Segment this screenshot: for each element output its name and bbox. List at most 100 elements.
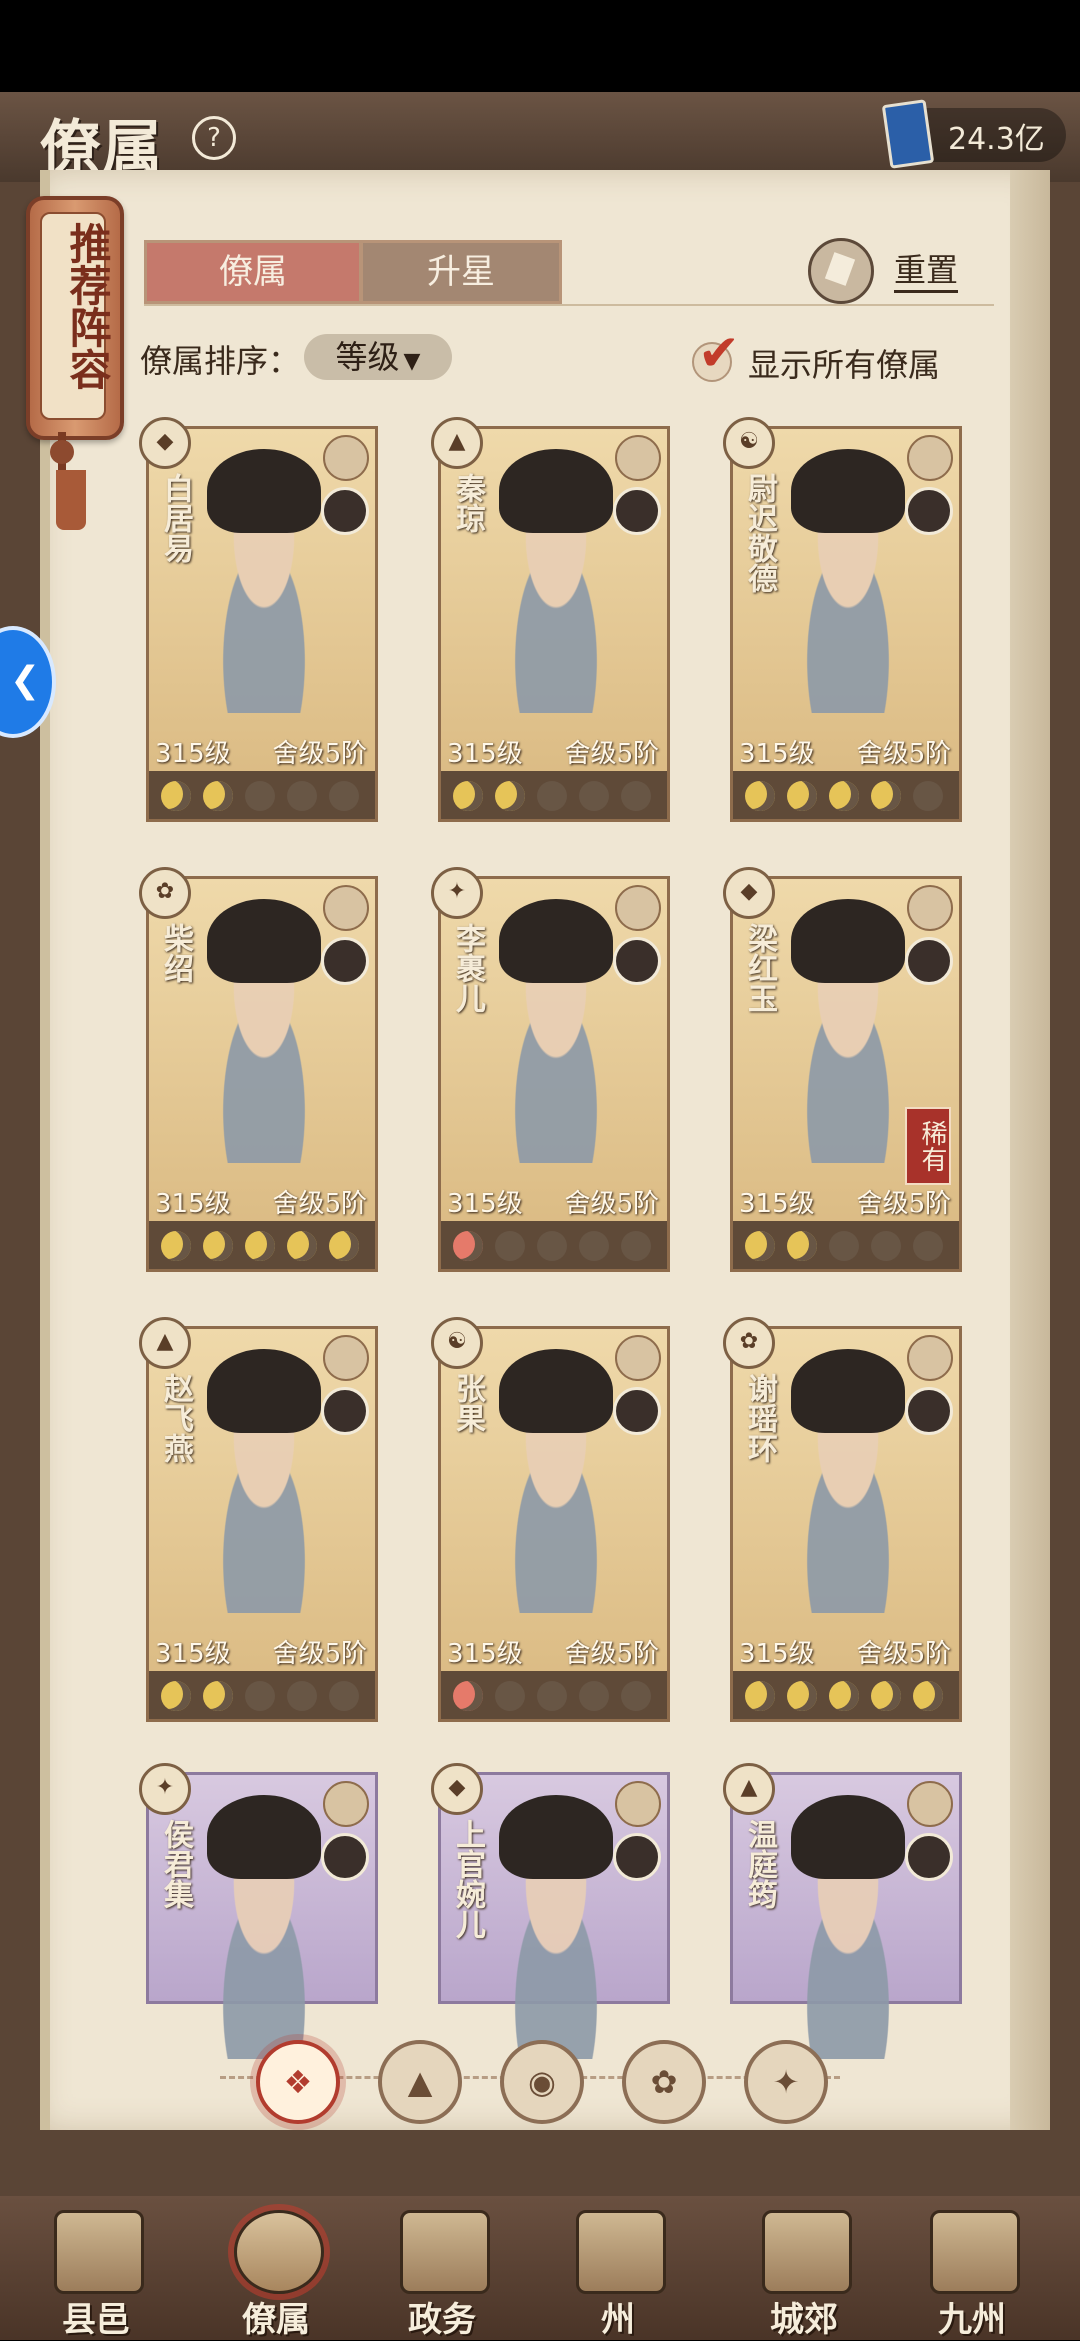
retainer-name: 李裹儿 (450, 923, 485, 1013)
moon-icon (871, 781, 901, 811)
nav-prefecture-icon (576, 2210, 666, 2294)
fan-icon[interactable]: ✿ (622, 2040, 706, 2124)
moon-icon (579, 1231, 609, 1261)
class-icon (323, 1335, 369, 1381)
retainer-card[interactable]: ◆ 梁红玉 稀有 315级 舍级5阶 (723, 867, 962, 1272)
retainer-card[interactable]: ✿ 柴绍 315级 舍级5阶 (139, 867, 378, 1272)
faction-icon: ☯ (431, 1317, 483, 1369)
retainer-card[interactable]: ▲ 秦琼 315级 舍级5阶 (431, 417, 670, 822)
nav-suburbs[interactable]: 城郊 (734, 2196, 874, 2340)
moon-icon (787, 781, 817, 811)
faction-icon: ✦ (139, 1763, 191, 1815)
nav-county-icon (54, 2210, 144, 2294)
retainer-card[interactable]: ☯ 张果 315级 舍级5阶 (431, 1317, 670, 1722)
retainer-card[interactable]: ✦ 李裹儿 315级 舍级5阶 (431, 867, 670, 1272)
faction-icon: ◆ (139, 417, 191, 469)
retainer-rank: 舍级5阶 (564, 1189, 659, 1219)
class-icon (907, 1781, 953, 1827)
show-all-label[interactable]: 显示所有僚属 (748, 340, 940, 386)
retainer-card[interactable]: ◆ 白居易 315级 舍级5阶 (139, 417, 378, 822)
portrait-hair (207, 899, 321, 983)
moon-icon (287, 1231, 317, 1261)
partner-avatar (905, 487, 953, 535)
nav-county[interactable]: 县邑 (26, 2196, 166, 2340)
class-icon (323, 1781, 369, 1827)
nav-nine-provinces[interactable]: 九州 (902, 2196, 1042, 2340)
retainer-name: 谢瑶环 (742, 1373, 777, 1463)
retainer-card[interactable]: ☯ 尉迟敬德 315级 舍级5阶 (723, 417, 962, 822)
gourd-icon[interactable]: ◉ (500, 2040, 584, 2124)
retainer-level: 315级 (739, 1639, 815, 1669)
retainer-card[interactable]: ✦ 侯君集 (139, 1763, 378, 2059)
help-icon[interactable]: ? (192, 116, 236, 160)
reset-icon[interactable] (808, 238, 874, 304)
moon-icon (913, 781, 943, 811)
class-icon (615, 1335, 661, 1381)
moon-icon (245, 1681, 275, 1711)
page-spine (40, 170, 50, 2130)
retainer-card[interactable]: ▲ 温庭筠 (723, 1763, 962, 2059)
portrait-hair (499, 1795, 613, 1879)
moon-icon (203, 1231, 233, 1261)
partner-avatar (321, 937, 369, 985)
moon-icon (829, 781, 859, 811)
beast-icon[interactable]: ✦ (744, 2040, 828, 2124)
nav-retainers[interactable]: 僚属 (206, 2196, 346, 2340)
recommended-lineup-tag[interactable]: 推荐阵容 (26, 196, 124, 440)
retainer-card[interactable]: ✿ 谢瑶环 315级 舍级5阶 (723, 1317, 962, 1722)
retainer-rank: 舍级5阶 (272, 1639, 367, 1669)
nav-affairs[interactable]: 政务 (372, 2196, 512, 2340)
all-icon[interactable]: ❖ (256, 2040, 340, 2124)
moon-icon (829, 1231, 859, 1261)
reset-button[interactable]: 重置 (894, 250, 959, 293)
retainer-name: 白居易 (158, 473, 193, 563)
retainer-name: 秦琼 (450, 473, 485, 533)
moon-icon (245, 1231, 275, 1261)
sort-dropdown[interactable]: 等级 ▼ (304, 334, 452, 380)
retainer-card[interactable]: ▲ 赵飞燕 315级 舍级5阶 (139, 1317, 378, 1722)
tab-star-up[interactable]: 升星 (360, 240, 562, 304)
retainer-card[interactable]: ◆ 上官婉儿 (431, 1763, 670, 2059)
partner-avatar (613, 487, 661, 535)
moon-icon (745, 781, 775, 811)
retainer-level: 315级 (447, 1639, 523, 1669)
moon-icon (787, 1681, 817, 1711)
nav-prefecture[interactable]: 州 (548, 2196, 688, 2340)
moon-icon (745, 1681, 775, 1711)
class-icon (323, 885, 369, 931)
moon-icon (203, 781, 233, 811)
partner-avatar (613, 1387, 661, 1435)
moon-icon (745, 1231, 775, 1261)
tab-retainers[interactable]: 僚属 (144, 240, 362, 304)
partner-avatar (321, 1833, 369, 1881)
retainer-name: 侯君集 (158, 1819, 193, 1909)
faction-icon: ✿ (139, 867, 191, 919)
page-edge (1010, 170, 1050, 2130)
moon-icon (453, 1681, 483, 1711)
moon-icon (287, 781, 317, 811)
retainer-rank: 舍级5阶 (856, 1189, 951, 1219)
retainer-level: 315级 (739, 1189, 815, 1219)
checkmark-icon[interactable]: ✔ (698, 324, 740, 382)
retainer-level: 315级 (155, 1639, 231, 1669)
moon-icon (537, 781, 567, 811)
nav-label: 政务 (408, 2300, 476, 2340)
moon-icon (871, 1681, 901, 1711)
moon-icon (579, 781, 609, 811)
moon-icon (621, 781, 651, 811)
moon-icon (621, 1681, 651, 1711)
moon-icon (329, 1231, 359, 1261)
portrait-hair (207, 1795, 321, 1879)
moon-icon (329, 1681, 359, 1711)
retainer-level: 315级 (447, 739, 523, 769)
retainer-level: 315级 (447, 1189, 523, 1219)
moon-icon (787, 1231, 817, 1261)
partner-avatar (613, 937, 661, 985)
portrait-hair (791, 1349, 905, 1433)
portrait-hair (499, 449, 613, 533)
retainer-rank: 舍级5阶 (856, 739, 951, 769)
retainer-name: 尉迟敬德 (742, 473, 777, 593)
mountain-icon[interactable]: ▲ (378, 2040, 462, 2124)
retainer-name: 上官婉儿 (450, 1819, 485, 1939)
nav-retainers-icon (234, 2210, 324, 2294)
